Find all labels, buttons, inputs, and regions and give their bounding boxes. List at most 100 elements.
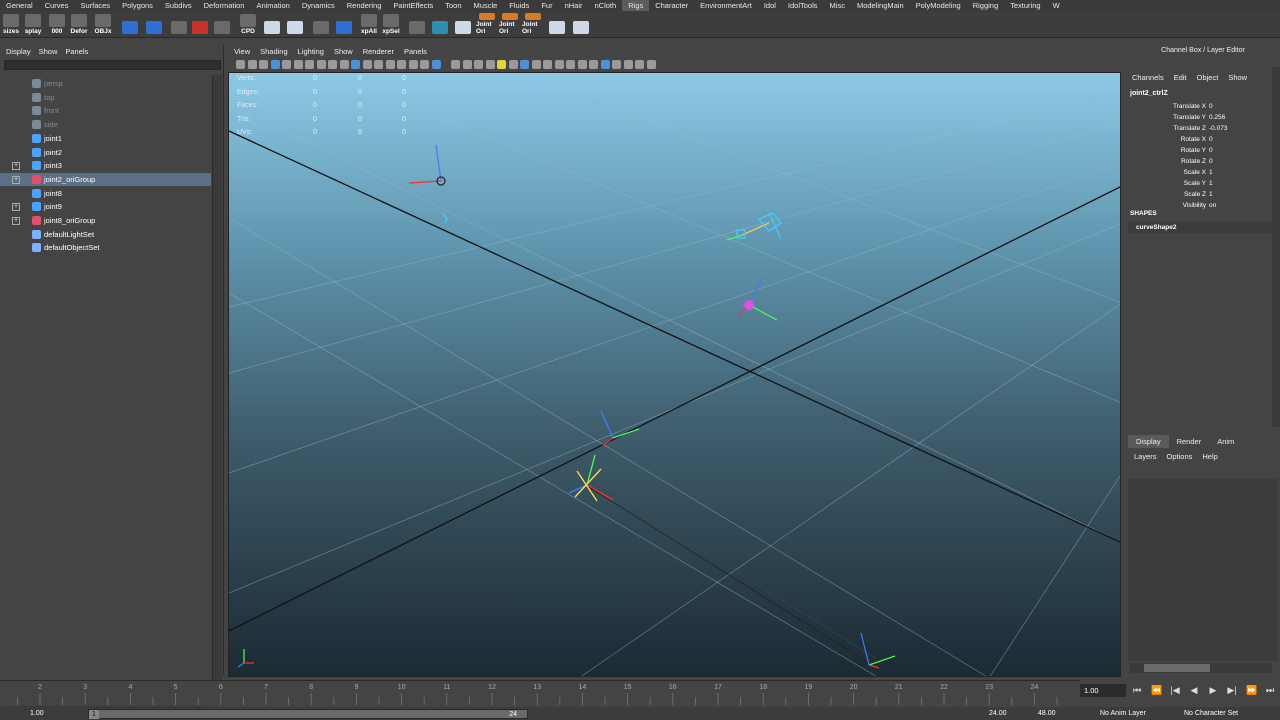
outliner-filter-field[interactable] bbox=[4, 60, 221, 70]
shelf-tab-rendering[interactable]: Rendering bbox=[341, 0, 388, 11]
viewport-tool-icon[interactable] bbox=[589, 60, 598, 69]
step-back-key-icon[interactable]: ⏪ bbox=[1151, 684, 1162, 697]
viewport-menu-view[interactable]: View bbox=[234, 45, 250, 58]
shelf-tab-general[interactable]: General bbox=[0, 0, 39, 11]
layer-tab-anim[interactable]: Anim bbox=[1209, 435, 1242, 448]
viewport-tool-icon[interactable] bbox=[305, 60, 314, 69]
total-end-field[interactable]: 48.00 bbox=[1038, 709, 1056, 719]
viewport-menu-shading[interactable]: Shading bbox=[260, 45, 288, 58]
attribute-translate-z[interactable]: Translate Z -0.073 bbox=[1126, 123, 1272, 134]
outliner-item-persp[interactable]: persp bbox=[0, 77, 211, 90]
viewport-tool-icon[interactable] bbox=[339, 60, 349, 69]
attribute-value[interactable]: 1 bbox=[1209, 178, 1213, 189]
step-forward-icon[interactable]: ▶| bbox=[1227, 684, 1237, 697]
viewport-tool-icon[interactable] bbox=[236, 60, 245, 69]
shelf-tab-w[interactable]: W bbox=[1047, 0, 1066, 11]
viewport-tool-icon[interactable] bbox=[485, 60, 495, 69]
shelf-button-19[interactable] bbox=[452, 13, 474, 35]
perspective-viewport[interactable]: Verts: 0 0 0 Edges: 0 0 0 Faces: 0 0 0 Tris: 0 0 0 UVs: 0… bbox=[228, 72, 1121, 677]
channel-menu-object[interactable]: Object bbox=[1197, 73, 1219, 82]
attribute-rotate-y[interactable]: Rotate Y0 bbox=[1126, 145, 1272, 156]
go-to-end-icon[interactable]: ⏭ bbox=[1265, 684, 1275, 697]
viewport-tool-icon[interactable] bbox=[497, 60, 506, 69]
layer-tab-display[interactable]: Display bbox=[1128, 435, 1169, 448]
outliner-menu-panels[interactable]: Panels bbox=[65, 45, 88, 58]
go-to-start-icon[interactable]: ⏮ bbox=[1132, 684, 1142, 697]
shelf-tab-idol[interactable]: Idol bbox=[758, 0, 782, 11]
viewport-tool-icon[interactable] bbox=[259, 60, 268, 69]
outliner-item-joint9[interactable]: + joint9 bbox=[0, 200, 211, 213]
outliner-item-joint8-origroup[interactable]: + joint8_oriGroup bbox=[0, 214, 211, 227]
viewport-tool-icon[interactable] bbox=[646, 60, 656, 69]
viewport-tool-icon[interactable] bbox=[374, 60, 383, 69]
shelf-tab-subdivs[interactable]: Subdivs bbox=[159, 0, 198, 11]
outliner-vertical-scrollbar[interactable] bbox=[212, 75, 222, 695]
viewport-tool-icon[interactable] bbox=[293, 60, 303, 69]
outliner-item-defaultlightset[interactable]: defaultLightSet bbox=[0, 228, 211, 241]
viewport-menu-lighting[interactable]: Lighting bbox=[298, 45, 324, 58]
attribute-value[interactable]: 1 bbox=[1209, 167, 1213, 178]
shelf-button-4[interactable]: OBJx bbox=[92, 13, 114, 35]
shelf-tab-polygons[interactable]: Polygons bbox=[116, 0, 159, 11]
layer-menu-help[interactable]: Help bbox=[1202, 452, 1217, 461]
shelf-tab-nhair[interactable]: nHair bbox=[559, 0, 589, 11]
shelf-button-10[interactable]: CPD bbox=[237, 13, 259, 35]
attribute-scale-x[interactable]: Scale X1 bbox=[1126, 167, 1272, 178]
shelf-tab-toon[interactable]: Toon bbox=[439, 0, 467, 11]
outliner-menu-show[interactable]: Show bbox=[39, 45, 58, 58]
attribute-translate-x[interactable]: Translate X0 bbox=[1126, 101, 1272, 112]
shelf-button-5[interactable] bbox=[119, 13, 141, 35]
viewport-tool-icon[interactable] bbox=[462, 60, 472, 69]
shelf-button-8[interactable] bbox=[189, 13, 211, 35]
shelf-tab-character[interactable]: Character bbox=[649, 0, 694, 11]
shelf-tab-ncloth[interactable]: nCloth bbox=[589, 0, 623, 11]
shelf-tab-fluids[interactable]: Fluids bbox=[503, 0, 535, 11]
shelf-button-13[interactable] bbox=[310, 13, 332, 35]
viewport-tool-icon[interactable] bbox=[451, 60, 460, 69]
outliner-item-defaultobjectset[interactable]: defaultObjectSet bbox=[0, 241, 211, 254]
current-time-field[interactable]: 1.00 bbox=[1080, 684, 1126, 697]
viewport-tool-icon[interactable] bbox=[612, 60, 621, 69]
layer-editor-scrollbar[interactable] bbox=[1130, 663, 1272, 673]
viewport-tool-icon[interactable] bbox=[531, 60, 541, 69]
shelf-tab-modelingmain[interactable]: ModelingMain bbox=[851, 0, 910, 11]
outliner-item-side[interactable]: side bbox=[0, 118, 211, 131]
attribute-scale-y[interactable]: Scale Y1 bbox=[1126, 178, 1272, 189]
outliner-item-front[interactable]: front bbox=[0, 104, 211, 117]
shelf-button-2[interactable]: 000 bbox=[46, 13, 68, 35]
attribute-value[interactable]: 0 bbox=[1209, 145, 1213, 156]
shelf-tab-rigging[interactable]: Rigging bbox=[967, 0, 1004, 11]
viewport-tool-icon[interactable] bbox=[270, 60, 280, 69]
time-slider[interactable]: 2 3 4 5 6 7 8 9 10 11 12 13 14 15 16 17 18 19 20 21 22 23 24 bbox=[0, 680, 1080, 706]
outliner-item-joint8[interactable]: joint8 bbox=[0, 187, 211, 200]
shelf-tab-surfaces[interactable]: Surfaces bbox=[74, 0, 116, 11]
shelf-button-22[interactable]: Joint Ori bbox=[522, 13, 544, 35]
shelf-tab-muscle[interactable]: Muscle bbox=[468, 0, 504, 11]
shelf-tab-rigs[interactable]: Rigs bbox=[622, 0, 650, 11]
shelf-tab-painteffects[interactable]: PaintEffects bbox=[387, 0, 439, 11]
shelf-button-9[interactable] bbox=[211, 13, 233, 35]
viewport-tool-icon[interactable] bbox=[420, 60, 429, 69]
shelf-button-11[interactable] bbox=[261, 13, 283, 35]
viewport-tool-icon[interactable] bbox=[600, 60, 610, 69]
outliner-menu-display[interactable]: Display bbox=[6, 45, 31, 58]
viewport-tool-icon[interactable] bbox=[362, 60, 372, 69]
layer-menu-layers[interactable]: Layers bbox=[1134, 452, 1157, 461]
shelf-button-15[interactable]: xpAll bbox=[358, 13, 380, 35]
viewport-tool-icon[interactable] bbox=[474, 60, 483, 69]
shelf-button-18[interactable] bbox=[429, 13, 451, 35]
shelf-button-16[interactable]: xpSel bbox=[380, 13, 402, 35]
attribute-translate-y[interactable]: Translate Y 0.256 bbox=[1126, 112, 1272, 123]
viewport-tool-icon[interactable] bbox=[635, 60, 644, 69]
play-backwards-icon[interactable]: ◀ bbox=[1189, 684, 1199, 697]
shelf-tab-misc[interactable]: Misc bbox=[824, 0, 851, 11]
end-time-field[interactable]: 24.00 bbox=[989, 709, 1007, 719]
shelf-tab-curves[interactable]: Curves bbox=[39, 0, 75, 11]
viewport-tool-icon[interactable] bbox=[328, 60, 337, 69]
outliner-item-joint1[interactable]: joint1 bbox=[0, 132, 211, 145]
step-back-icon[interactable]: |◀ bbox=[1170, 684, 1180, 697]
viewport-menu-renderer[interactable]: Renderer bbox=[363, 45, 394, 58]
shelf-button-6[interactable] bbox=[143, 13, 165, 35]
layer-tab-render[interactable]: Render bbox=[1169, 435, 1210, 448]
layer-menu-options[interactable]: Options bbox=[1167, 452, 1193, 461]
